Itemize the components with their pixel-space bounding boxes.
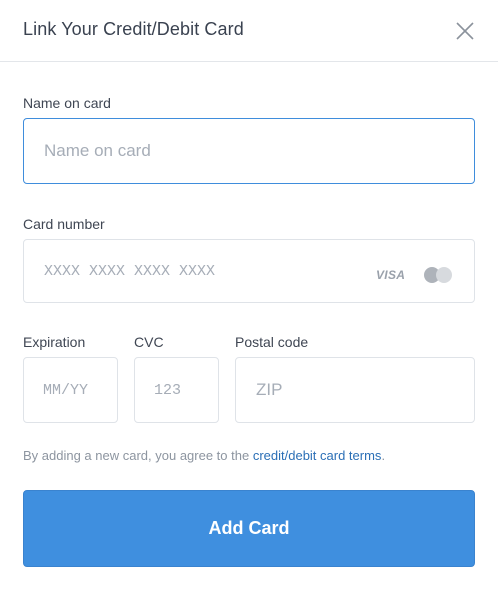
- card-terms-link[interactable]: credit/debit card terms: [253, 448, 382, 463]
- mastercard-icon: [422, 266, 456, 284]
- terms-suffix: .: [381, 448, 386, 463]
- cvc-label: CVC: [134, 334, 164, 350]
- terms-text: By adding a new card, you agree to the c…: [23, 448, 385, 463]
- dialog-header: Link Your Credit/Debit Card: [0, 0, 498, 62]
- expiration-label: Expiration: [23, 334, 86, 350]
- cvc-input[interactable]: [135, 358, 218, 422]
- card-number-label: Card number: [23, 216, 105, 232]
- name-on-card-input[interactable]: [24, 119, 474, 183]
- visa-brand-logo: VISA: [376, 268, 406, 282]
- name-on-card-field-wrapper: [23, 118, 475, 184]
- postal-code-label: Postal code: [235, 334, 309, 350]
- link-card-dialog: Link Your Credit/Debit Card Name on card…: [0, 0, 498, 590]
- expiration-input[interactable]: [24, 358, 117, 422]
- expiration-field-wrapper: [23, 357, 118, 423]
- dialog-title: Link Your Credit/Debit Card: [23, 19, 244, 39]
- add-card-button[interactable]: Add Card: [23, 490, 475, 567]
- postal-code-input[interactable]: [236, 358, 474, 422]
- terms-prefix: By adding a new card, you agree to the: [23, 448, 253, 463]
- cvc-field-wrapper: [134, 357, 219, 423]
- close-icon[interactable]: [455, 21, 475, 41]
- postal-code-field-wrapper: [235, 357, 475, 423]
- card-number-field-wrapper: VISA: [23, 239, 475, 303]
- name-on-card-label: Name on card: [23, 95, 111, 111]
- card-number-input[interactable]: [24, 240, 344, 302]
